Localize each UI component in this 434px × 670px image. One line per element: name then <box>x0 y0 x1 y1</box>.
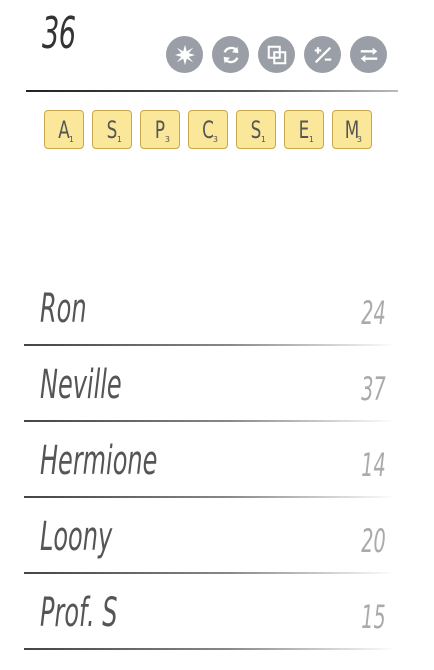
row-divider <box>24 572 396 574</box>
percent-button[interactable] <box>304 36 341 73</box>
player-name: Loony <box>40 514 113 560</box>
player-score: 20 <box>361 522 386 560</box>
letter-tile[interactable]: E 1 <box>284 110 324 149</box>
refresh-button[interactable] <box>212 36 249 73</box>
player-list: Ron 24 Neville 37 Hermione 14 Loony 20 P… <box>24 280 396 660</box>
player-name: Prof. S <box>40 590 118 636</box>
letter-tile[interactable]: S 1 <box>92 110 132 149</box>
player-score: 14 <box>361 446 386 484</box>
overlap-squares-icon <box>267 45 286 64</box>
row-divider <box>24 496 396 498</box>
player-row[interactable]: Prof. S 15 <box>24 584 396 660</box>
swap-arrows-icon <box>360 47 377 62</box>
row-divider <box>24 648 396 650</box>
tile-points: 3 <box>356 135 362 144</box>
burst-button[interactable] <box>166 36 203 73</box>
letter-rack: A 1 S 1 P 3 C 3 S 1 E 1 M 3 <box>44 110 372 149</box>
letter-tile[interactable]: A 1 <box>44 110 84 149</box>
burst-icon <box>174 44 195 65</box>
letter-tile[interactable]: C 3 <box>188 110 228 149</box>
player-name: Hermione <box>40 438 158 484</box>
letter-tile[interactable]: M 3 <box>332 110 372 149</box>
player-name: Neville <box>40 362 122 408</box>
toolbar <box>166 36 387 73</box>
tile-points: 3 <box>164 135 170 144</box>
tile-points: 1 <box>308 135 314 144</box>
tile-points: 1 <box>68 135 74 144</box>
row-divider <box>24 420 396 422</box>
tile-points: 3 <box>212 135 218 144</box>
row-divider <box>24 344 396 346</box>
player-row[interactable]: Hermione 14 <box>24 432 396 508</box>
letter-tile[interactable]: P 3 <box>140 110 180 149</box>
player-score: 24 <box>361 294 386 332</box>
player-score: 37 <box>361 370 386 408</box>
player-row[interactable]: Neville 37 <box>24 356 396 432</box>
player-row[interactable]: Ron 24 <box>24 280 396 356</box>
percent-icon <box>314 46 331 63</box>
header-divider <box>26 90 398 92</box>
tile-points: 1 <box>116 135 122 144</box>
player-row[interactable]: Loony 20 <box>24 508 396 584</box>
overlap-button[interactable] <box>258 36 295 73</box>
letter-tile[interactable]: S 1 <box>236 110 276 149</box>
tile-points: 1 <box>260 135 266 144</box>
player-score: 15 <box>361 598 386 636</box>
player-name: Ron <box>40 286 87 332</box>
current-score: 36 <box>42 8 76 59</box>
refresh-icon <box>223 46 238 63</box>
swap-button[interactable] <box>350 36 387 73</box>
